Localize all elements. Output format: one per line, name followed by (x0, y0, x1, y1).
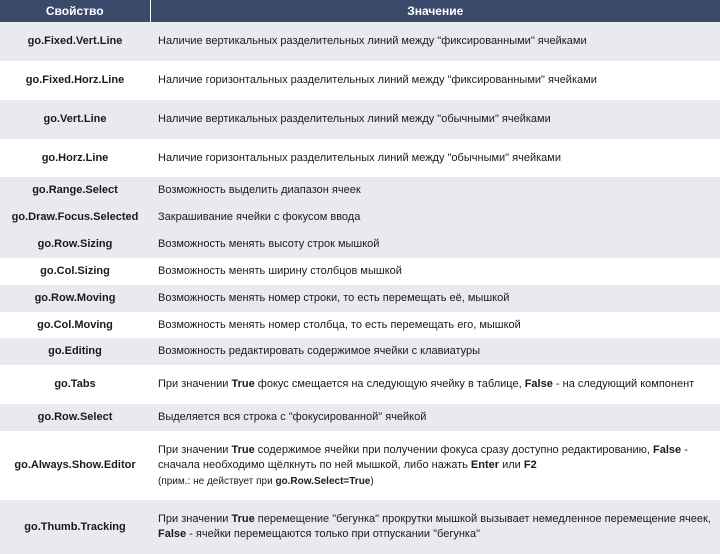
property-name-cell: go.Col.Sizing (0, 258, 150, 285)
property-name-cell: go.Always.Show.Editor (0, 431, 150, 500)
table-row: go.Always.Show.EditorПри значении True с… (0, 431, 720, 500)
property-name-cell: go.Row.Sizing (0, 231, 150, 258)
table-row: go.Row.SizingВозможность менять высоту с… (0, 231, 720, 258)
header-value: Значение (150, 0, 720, 22)
property-value-cell: Закрашивание ячейки с фокусом ввода (150, 204, 720, 231)
table-row: go.Draw.Focus.SelectedЗакрашивание ячейк… (0, 204, 720, 231)
property-name-cell: go.Draw.Focus.Selected (0, 204, 150, 231)
table-row: go.Horz.LineНаличие горизонтальных разде… (0, 139, 720, 178)
property-name-cell: go.Horz.Line (0, 139, 150, 178)
property-value-cell: Наличие вертикальных разделительных лини… (150, 100, 720, 139)
table-row: go.EditingВозможность редактировать соде… (0, 338, 720, 365)
table-row: go.Col.SizingВозможность менять ширину с… (0, 258, 720, 285)
table-row: go.Col.MovingВозможность менять номер ст… (0, 312, 720, 339)
header-property: Свойство (0, 0, 150, 22)
property-name-cell: go.Thumb.Tracking (0, 500, 150, 554)
table-row: go.Range.SelectВозможность выделить диап… (0, 177, 720, 204)
property-name-cell: go.Range.Select (0, 177, 150, 204)
property-value-cell: Возможность менять ширину столбцов мышко… (150, 258, 720, 285)
property-value-cell: При значении True содержимое ячейки при … (150, 431, 720, 500)
table-row: go.Vert.LineНаличие вертикальных раздели… (0, 100, 720, 139)
property-value-cell: Возможность редактировать содержимое яче… (150, 338, 720, 365)
property-value-cell: Возможность менять номер столбца, то ест… (150, 312, 720, 339)
property-name-cell: go.Fixed.Horz.Line (0, 61, 150, 100)
property-name-cell: go.Tabs (0, 365, 150, 404)
property-name-cell: go.Row.Moving (0, 285, 150, 312)
property-value-cell: Наличие вертикальных разделительных лини… (150, 22, 720, 61)
properties-table: Свойство Значение go.Fixed.Vert.LineНали… (0, 0, 720, 554)
table-row: go.Thumb.TrackingПри значении True перем… (0, 500, 720, 554)
property-name-cell: go.Vert.Line (0, 100, 150, 139)
property-value-cell: Выделяется вся строка с "фокусированной"… (150, 404, 720, 431)
property-value-cell: Наличие горизонтальных разделительных ли… (150, 139, 720, 178)
table-row: go.Fixed.Horz.LineНаличие горизонтальных… (0, 61, 720, 100)
property-note: (прим.: не действует при go.Row.Select=T… (158, 475, 712, 489)
property-value-cell: Возможность менять номер строки, то есть… (150, 285, 720, 312)
property-value-cell: При значении True фокус смещается на сле… (150, 365, 720, 404)
table-row: go.Row.MovingВозможность менять номер ст… (0, 285, 720, 312)
property-name-cell: go.Col.Moving (0, 312, 150, 339)
table-row: go.Fixed.Vert.LineНаличие вертикальных р… (0, 22, 720, 61)
property-name-cell: go.Row.Select (0, 404, 150, 431)
property-name-cell: go.Editing (0, 338, 150, 365)
table-row: go.TabsПри значении True фокус смещается… (0, 365, 720, 404)
property-value-cell: Наличие горизонтальных разделительных ли… (150, 61, 720, 100)
property-value-cell: Возможность менять высоту строк мышкой (150, 231, 720, 258)
property-value-cell: При значении True перемещение "бегунка" … (150, 500, 720, 554)
property-name-cell: go.Fixed.Vert.Line (0, 22, 150, 61)
property-value-cell: Возможность выделить диапазон ячеек (150, 177, 720, 204)
table-row: go.Row.SelectВыделяется вся строка с "фо… (0, 404, 720, 431)
